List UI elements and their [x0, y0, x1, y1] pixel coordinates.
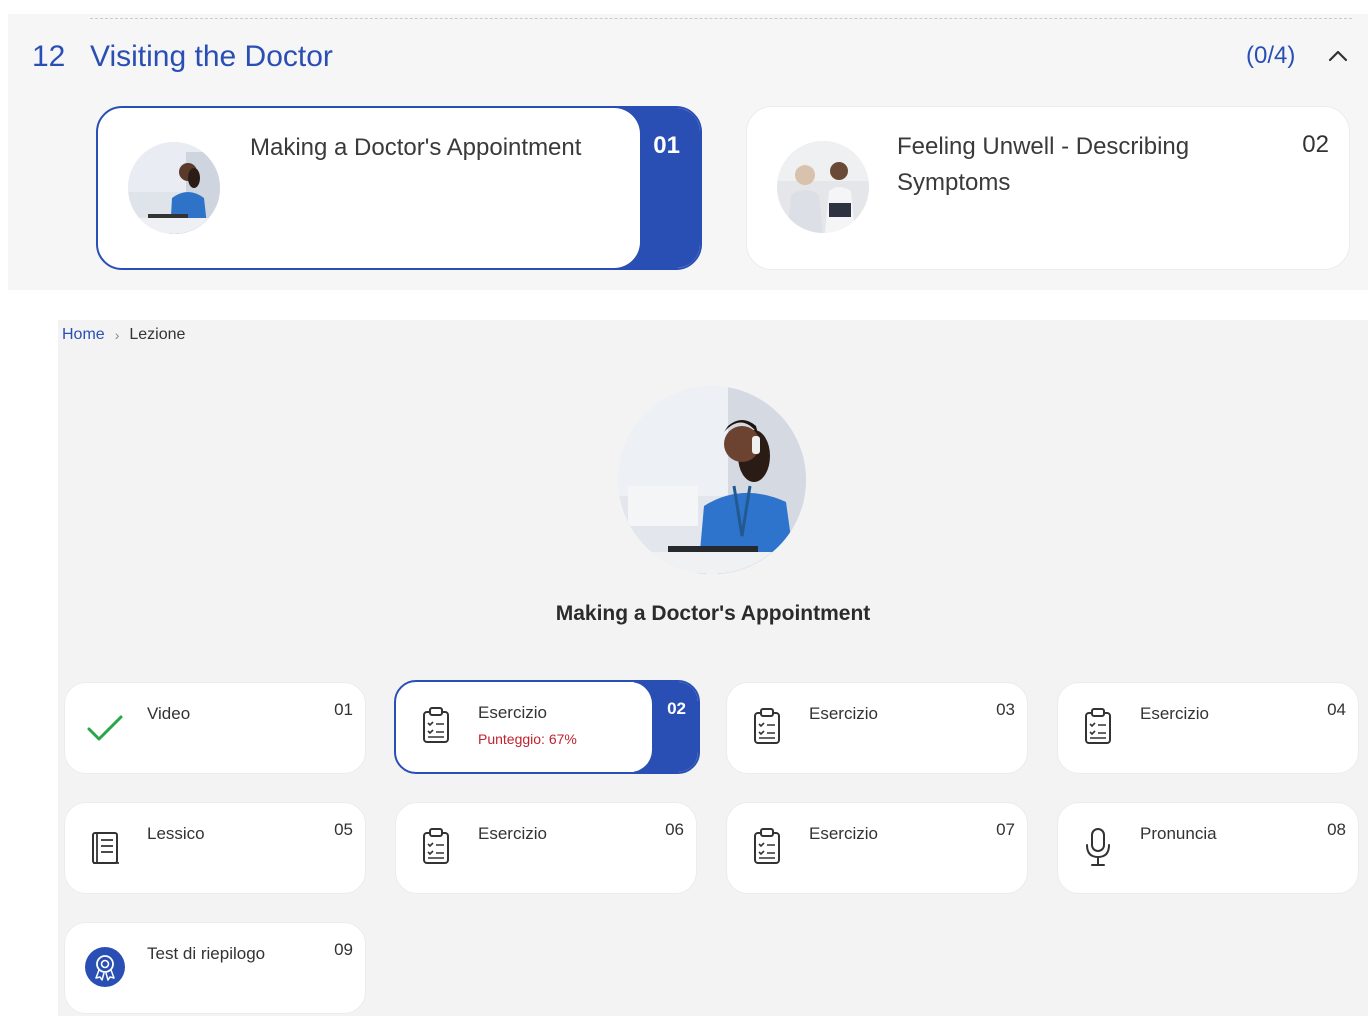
activity-card-06[interactable]: Esercizio 06 [395, 802, 697, 894]
activity-label: Video [147, 704, 191, 723]
activity-number: 02 [667, 699, 686, 718]
activity-card-09[interactable]: Test di riepilogo 09 [64, 922, 366, 1014]
lesson-title: Making a Doctor's Appointment [250, 134, 582, 161]
clipboard-icon [754, 708, 780, 744]
lesson-card-01[interactable]: Making a Doctor's Appointment 01 [96, 106, 702, 270]
activity-number: 07 [996, 820, 1015, 839]
section-title: Visiting the Doctor [90, 40, 333, 73]
activity-label: Esercizio [809, 824, 878, 843]
activity-label: Pronuncia [1140, 824, 1217, 843]
activity-score: Punteggio: 67% [478, 731, 577, 747]
activity-number: 06 [665, 820, 684, 839]
lesson-panel: Home › Lezione Making a Doctor's Appoint… [58, 320, 1368, 1016]
clipboard-icon [754, 828, 780, 864]
activity-label: Esercizio [478, 703, 547, 722]
activity-number: 05 [334, 820, 353, 839]
activity-card-02[interactable]: Esercizio Punteggio: 67% 02 [394, 680, 700, 774]
lesson-title: Making a Doctor's Appointment [555, 602, 871, 625]
section-progress: (0/4) [1246, 42, 1296, 69]
activity-card-05[interactable]: Lessico 05 [64, 802, 366, 894]
chevron-up-icon[interactable] [1326, 44, 1350, 68]
clipboard-icon [423, 707, 449, 743]
clipboard-icon [1085, 708, 1111, 744]
breadcrumb: Home › Lezione [62, 326, 185, 344]
activity-card-03[interactable]: Esercizio 03 [726, 682, 1028, 774]
breadcrumb-current: Lezione [129, 326, 186, 343]
award-badge-icon [85, 947, 125, 987]
clipboard-icon [423, 828, 449, 864]
activity-number: 03 [996, 700, 1015, 719]
activity-label: Test di riepilogo [147, 944, 266, 963]
section-number: 12 [32, 40, 66, 73]
lesson-card-02[interactable]: Feeling Unwell - Describing Symptoms 02 [746, 106, 1350, 270]
chevron-right-icon: › [114, 327, 120, 343]
book-icon [92, 832, 119, 864]
check-icon [87, 715, 123, 741]
lesson-thumbnail [777, 141, 869, 233]
breadcrumb-home-link[interactable]: Home [62, 326, 105, 344]
activity-label: Esercizio [809, 704, 878, 723]
lesson-number: 02 [1302, 131, 1329, 158]
lesson-number: 01 [653, 132, 680, 159]
activity-number: 08 [1327, 820, 1346, 839]
activity-card-01[interactable]: Video 01 [64, 682, 366, 774]
lesson-title: Feeling Unwell - Describing Symptoms [897, 133, 1190, 196]
divider [90, 18, 1352, 19]
section-panel: 12 Visiting the Doctor (0/4) Making a Do… [8, 14, 1368, 290]
microphone-icon [1086, 828, 1110, 866]
activity-number: 01 [334, 700, 353, 719]
activity-card-08[interactable]: Pronuncia 08 [1057, 802, 1359, 894]
activity-card-04[interactable]: Esercizio 04 [1057, 682, 1359, 774]
lesson-thumbnail [128, 142, 220, 234]
activity-label: Esercizio [1140, 704, 1209, 723]
activity-number: 09 [334, 940, 353, 959]
activity-number: 04 [1327, 700, 1346, 719]
activity-label: Lessico [147, 824, 205, 843]
lesson-hero-image [618, 386, 806, 574]
activity-label: Esercizio [478, 824, 547, 843]
activity-card-07[interactable]: Esercizio 07 [726, 802, 1028, 894]
